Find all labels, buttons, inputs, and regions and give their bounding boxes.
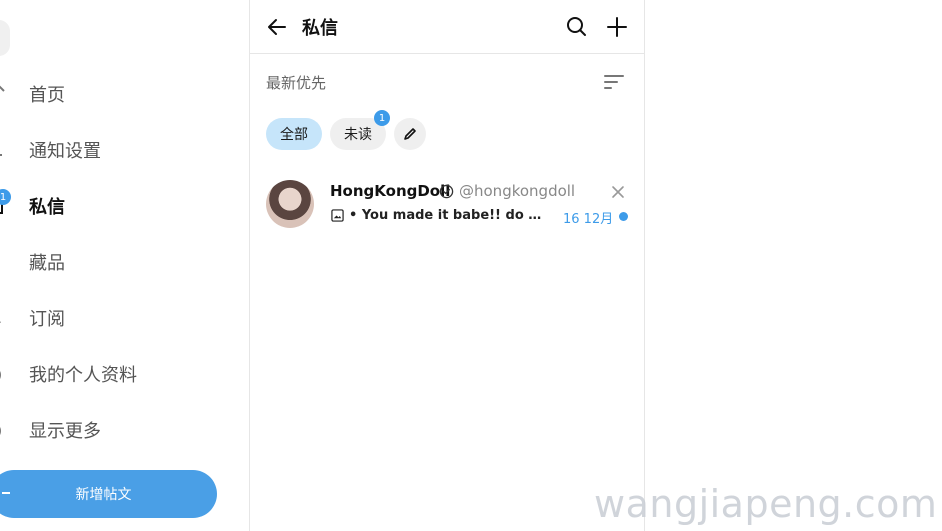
new-message-button[interactable] <box>604 14 630 40</box>
subscriptions-icon <box>0 321 1 323</box>
plus-icon <box>607 17 627 37</box>
sidebar-item-label: 订阅 <box>29 309 65 330</box>
filter-all-chip[interactable]: 全部 <box>266 118 322 150</box>
page-title: 私信 <box>302 18 338 39</box>
verified-icon <box>439 184 454 199</box>
sort-row: 最新优先 <box>250 62 645 102</box>
dismiss-button[interactable] <box>610 184 626 200</box>
conversation-handle: @hongkongdoll <box>459 182 576 200</box>
sort-icon <box>604 75 624 89</box>
app-root: 首页 通知设置 1 私信 藏品 订阅 我的个人资料 显示更多 新增帖文 私信 最… <box>0 0 942 531</box>
filter-chips: 全部 未读 1 <box>266 110 636 150</box>
bell-icon <box>0 154 2 156</box>
message-preview: • You made it babe!! do you like it? <box>349 208 549 223</box>
search-icon <box>567 17 586 36</box>
unread-indicator <box>619 212 628 221</box>
bookmark-icon <box>0 251 6 273</box>
search-button[interactable] <box>564 14 590 40</box>
avatar[interactable] <box>0 20 10 56</box>
arrow-left-icon <box>268 19 286 35</box>
more-icon <box>0 426 1 436</box>
plus-icon <box>2 492 10 494</box>
image-icon <box>331 209 344 222</box>
watermark: wangjiapeng.com <box>594 482 938 526</box>
sort-label: 最新优先 <box>266 74 327 92</box>
message-date: 16 12月 <box>563 212 614 227</box>
sort-button[interactable] <box>602 72 626 92</box>
back-button[interactable] <box>264 14 290 40</box>
conversation-name: HongKongDoll <box>330 182 451 200</box>
edit-filters-button[interactable] <box>394 118 426 150</box>
unread-badge: 1 <box>0 189 11 205</box>
sidebar: 首页 通知设置 1 私信 藏品 订阅 我的个人资料 显示更多 新增帖文 <box>0 0 249 531</box>
sidebar-item-label: 首页 <box>29 85 65 106</box>
new-post-button[interactable]: 新增帖文 <box>0 470 217 518</box>
sidebar-item-label: 通知设置 <box>29 141 101 162</box>
home-icon <box>0 85 5 92</box>
messages-panel: 私信 最新优先 全部 未读 1 HongKongDoll @hongkongdo… <box>249 0 645 531</box>
profile-icon <box>0 370 1 380</box>
close-icon <box>612 186 624 198</box>
sidebar-item-label: 显示更多 <box>29 421 101 442</box>
unread-count-badge: 1 <box>374 110 390 126</box>
avatar[interactable] <box>266 180 314 228</box>
sidebar-item-label: 藏品 <box>29 253 65 274</box>
pencil-icon <box>404 128 416 140</box>
sidebar-item-label: 我的个人资料 <box>29 365 137 386</box>
new-post-label: 新增帖文 <box>75 487 132 503</box>
conversation-item[interactable]: HongKongDoll @hongkongdoll • You made it… <box>250 170 645 240</box>
panel-header: 私信 <box>250 0 645 54</box>
sidebar-item-label: 私信 <box>29 197 65 218</box>
